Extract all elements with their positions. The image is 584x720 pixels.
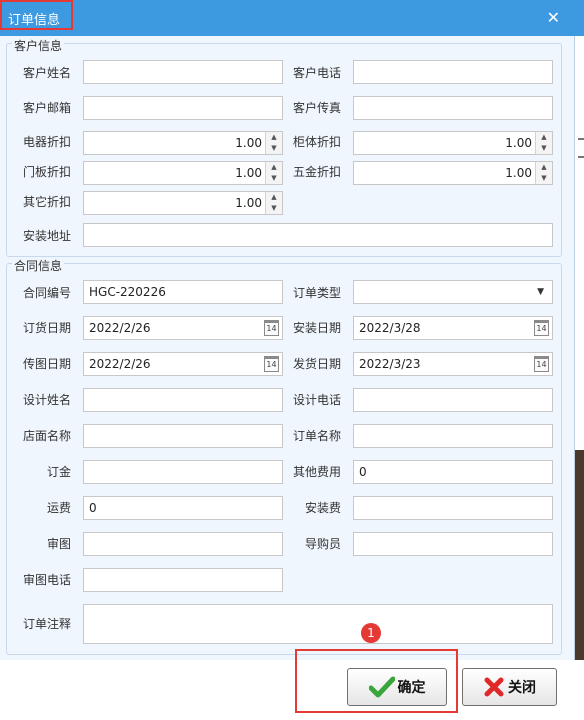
order-date-field[interactable]: 2022/2/26 14 <box>83 316 283 340</box>
order-type-select[interactable]: ▼ <box>353 280 553 304</box>
designer-phone-field[interactable] <box>353 388 553 412</box>
door-discount-value: 1.00 <box>235 166 262 180</box>
review-phone-field[interactable] <box>83 568 283 592</box>
appliance-discount-label: 电器折扣 <box>22 135 71 149</box>
review-phone-label: 审图电话 <box>22 573 71 587</box>
other-discount-value: 1.00 <box>235 196 262 210</box>
order-name-field[interactable] <box>353 424 553 448</box>
other-fees-field[interactable]: 0 <box>353 460 553 484</box>
install-date-field[interactable]: 2022/3/28 14 <box>353 316 553 340</box>
cabinet-discount-value: 1.00 <box>505 136 532 150</box>
customer-group-title: 客户信息 <box>12 37 65 54</box>
spin-up-icon[interactable]: ▲ <box>266 192 282 203</box>
hardware-discount-label: 五金折扣 <box>292 165 341 179</box>
customer-fax-field[interactable] <box>353 96 553 120</box>
other-discount-stepper[interactable]: 1.00 ▲ ▼ <box>83 191 283 215</box>
guide-label: 导购员 <box>304 537 341 551</box>
other-discount-spinner[interactable]: ▲ ▼ <box>265 192 282 214</box>
background-edge-mark <box>578 156 584 158</box>
check-icon <box>368 676 395 698</box>
drawing-date-label: 传图日期 <box>22 357 71 371</box>
order-remark-field[interactable] <box>83 604 553 644</box>
store-name-field[interactable] <box>83 424 283 448</box>
ship-date-value: 2022/3/23 <box>359 357 421 371</box>
chevron-down-icon[interactable]: ▼ <box>537 281 544 303</box>
spin-up-icon[interactable]: ▲ <box>536 132 552 143</box>
calendar-icon[interactable]: 14 <box>264 356 279 372</box>
install-address-label: 安装地址 <box>22 229 71 243</box>
install-date-label: 安装日期 <box>292 321 341 335</box>
title-highlight-box <box>0 0 73 30</box>
calendar-icon[interactable]: 14 <box>264 320 279 336</box>
close-icon[interactable]: ✕ <box>547 8 560 27</box>
confirm-label: 确定 <box>397 680 426 696</box>
ship-date-field[interactable]: 2022/3/23 14 <box>353 352 553 376</box>
cabinet-discount-label: 柜体折扣 <box>292 135 341 149</box>
other-discount-label: 其它折扣 <box>22 195 71 209</box>
spin-down-icon[interactable]: ▼ <box>536 173 552 184</box>
cabinet-discount-stepper[interactable]: 1.00 ▲ ▼ <box>353 131 553 155</box>
drawing-date-field[interactable]: 2022/2/26 14 <box>83 352 283 376</box>
customer-email-label: 客户邮箱 <box>22 101 71 115</box>
spin-down-icon[interactable]: ▼ <box>266 203 282 214</box>
shipping-fee-label: 运费 <box>46 501 71 515</box>
guide-field[interactable] <box>353 532 553 556</box>
hardware-discount-value: 1.00 <box>505 166 532 180</box>
hardware-discount-stepper[interactable]: 1.00 ▲ ▼ <box>353 161 553 185</box>
dialog-body: 客户信息 客户姓名 客户电话 客户邮箱 客户传真 电器折扣 1.00 ▲ ▼ 柜体… <box>0 36 575 660</box>
appliance-discount-value: 1.00 <box>235 136 262 150</box>
title-bar: 订单信息 ✕ <box>0 0 584 36</box>
order-remark-label: 订单注释 <box>22 617 71 631</box>
spin-up-icon[interactable]: ▲ <box>536 162 552 173</box>
order-date-value: 2022/2/26 <box>89 321 151 335</box>
spin-down-icon[interactable]: ▼ <box>536 143 552 154</box>
background-edge-mark <box>578 138 584 140</box>
door-discount-stepper[interactable]: 1.00 ▲ ▼ <box>83 161 283 185</box>
install-fee-field[interactable] <box>353 496 553 520</box>
order-type-label: 订单类型 <box>292 286 341 300</box>
install-date-value: 2022/3/28 <box>359 321 421 335</box>
customer-phone-label: 客户电话 <box>292 66 341 80</box>
contract-group-title: 合同信息 <box>12 257 65 274</box>
install-address-field[interactable] <box>83 223 553 247</box>
order-date-label: 订货日期 <box>22 321 71 335</box>
customer-name-label: 客户姓名 <box>22 66 71 80</box>
annotation-badge: 1 <box>361 623 381 643</box>
close-button[interactable]: 关闭 <box>462 668 557 706</box>
review-field[interactable] <box>83 532 283 556</box>
order-name-label: 订单名称 <box>292 429 341 443</box>
contract-number-field[interactable]: HGC-220226 <box>83 280 283 304</box>
designer-phone-label: 设计电话 <box>292 393 341 407</box>
customer-email-field[interactable] <box>83 96 283 120</box>
store-name-label: 店面名称 <box>22 429 71 443</box>
door-discount-label: 门板折扣 <box>22 165 71 179</box>
designer-name-label: 设计姓名 <box>22 393 71 407</box>
confirm-button[interactable]: 确定 <box>347 668 447 706</box>
customer-phone-field[interactable] <box>353 60 553 84</box>
cross-icon <box>484 677 504 697</box>
calendar-icon[interactable]: 14 <box>534 356 549 372</box>
close-label: 关闭 <box>508 680 536 696</box>
ship-date-label: 发货日期 <box>292 357 341 371</box>
appliance-discount-stepper[interactable]: 1.00 ▲ ▼ <box>83 131 283 155</box>
deposit-field[interactable] <box>83 460 283 484</box>
cabinet-discount-spinner[interactable]: ▲ ▼ <box>535 132 552 154</box>
background-edge-dark <box>575 450 584 660</box>
calendar-icon[interactable]: 14 <box>534 320 549 336</box>
hardware-discount-spinner[interactable]: ▲ ▼ <box>535 162 552 184</box>
install-fee-label: 安装费 <box>304 501 341 515</box>
contract-number-label: 合同编号 <box>22 286 71 300</box>
customer-name-field[interactable] <box>83 60 283 84</box>
shipping-fee-field[interactable]: 0 <box>83 496 283 520</box>
drawing-date-value: 2022/2/26 <box>89 357 151 371</box>
customer-fax-label: 客户传真 <box>292 101 341 115</box>
review-label: 审图 <box>46 537 71 551</box>
other-fees-label: 其他费用 <box>292 465 341 479</box>
deposit-label: 订金 <box>46 465 71 479</box>
designer-name-field[interactable] <box>83 388 283 412</box>
